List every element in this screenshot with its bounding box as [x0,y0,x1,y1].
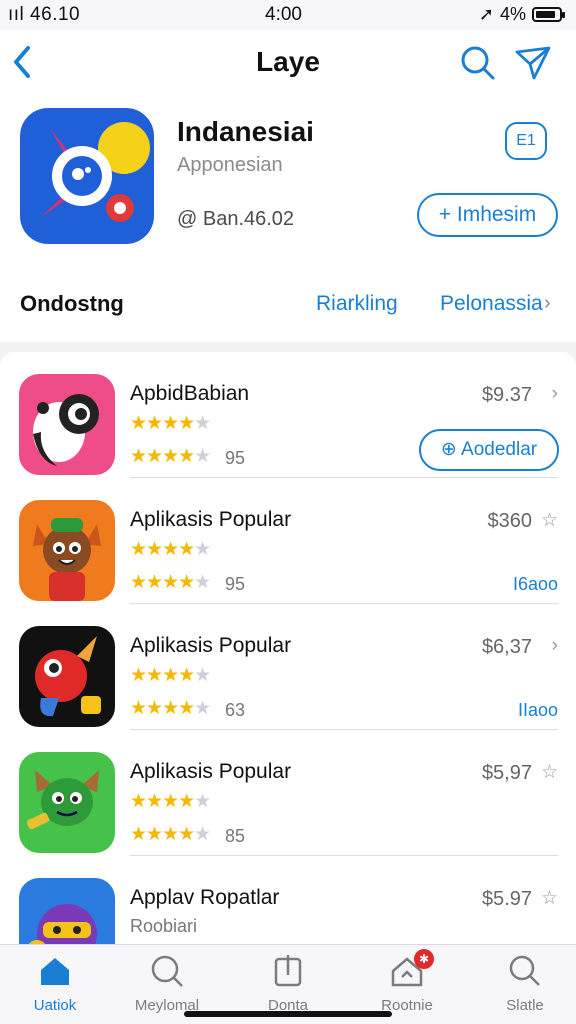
star-outline-icon[interactable]: ☆ [541,761,558,784]
tab-today[interactable]: Uatiok [0,953,110,1014]
app-price: $5.97 [481,888,532,910]
tab-label: Slatle [506,997,544,1014]
panda-icon [19,374,115,475]
app-price: $5,97 [481,762,532,784]
battery-percent: 4% [499,4,526,24]
app-header-card: Laye Indanesiai Apponesian @ Ban.46.02 E… [0,30,576,342]
send-icon[interactable] [514,44,552,82]
nav-bar: Laye [0,30,576,100]
app-link[interactable]: IIaoo [518,700,558,721]
star-outline-icon[interactable]: ☆ [541,887,558,910]
tab-label: Uatiok [33,997,77,1014]
green-cat-icon [19,752,115,853]
chevron-right-icon[interactable]: › [552,635,558,657]
app-name: Applav Ropatlar [130,886,280,909]
list-item[interactable]: Aplikasis Popular ★★★★★ ★★★★★ 85 $5,97 ☆ [0,730,576,856]
bird-icon [19,626,115,727]
notification-badge: ✱ [414,949,434,969]
rating-stars: ★★★★★ [130,539,211,560]
tab-search[interactable]: Meylomal [112,953,222,1014]
status-right: ➚ 4% [478,4,565,25]
battery-icon [532,7,565,22]
location-icon: ➚ [478,4,494,24]
rating-stars: ★★★★★ [130,413,211,434]
app-price: $6,37 [481,636,532,658]
app-subline: Roobiari [130,916,198,936]
app-list: ApbidBabian ★★★★★ ★★★★★ 95 $9.37 › ⊕ Aod… [0,352,576,952]
rating-stars: ★★★★★ [130,446,211,467]
app-name: ApbidBabian [130,382,250,405]
search-icon [509,955,540,986]
star-outline-icon[interactable]: ☆ [541,509,558,532]
app-name: Aplikasis Popular [130,634,292,657]
chevron-right-icon[interactable]: › [552,383,558,405]
search-icon [151,955,183,987]
list-item[interactable]: Aplikasis Popular ★★★★★ ★★★★★ 95 $360 ☆ … [0,478,576,604]
cartoon-boy-icon [19,500,115,601]
featured-app-title: Indanesiai [177,116,314,147]
rating-count: 95 [225,448,246,468]
list-item[interactable]: Applav Ropatlar Roobiari $5.97 ☆ [0,856,576,952]
install-button[interactable]: + Imhesim [417,193,558,237]
tab-apps[interactable]: Donta [233,953,343,1014]
tab-search-2[interactable]: Slatle [470,953,576,1014]
clock: 4:00 [265,4,302,25]
ninja-icon [19,878,115,952]
featured-app-meta: @ Ban.46.02 [177,208,295,230]
rating-stars: ★★★★★ [130,791,211,812]
app-link[interactable]: I6aoo [513,574,558,595]
app-price: $360 [487,510,533,532]
ranking-link[interactable]: Riarkling [316,292,398,316]
tab-updates[interactable]: ✱ Rootnie [352,949,462,1014]
app-price: $9.37 [481,384,532,406]
rating-stars: ★★★★★ [130,665,211,686]
get-button[interactable]: ⊕ Aodedlar [419,429,559,471]
rating-stars: ★★★★★ [130,824,211,845]
rating-count: 85 [225,826,246,846]
age-rating-badge[interactable]: E1 [505,122,547,160]
search-icon[interactable] [459,44,497,82]
list-item[interactable]: Aplikasis Popular ★★★★★ ★★★★★ 63 $6,37 ›… [0,604,576,730]
app-name: Aplikasis Popular [130,760,292,783]
category-link[interactable]: Pelonassia [440,292,543,316]
apps-icon [274,955,302,987]
home-indicator [184,1011,392,1017]
list-item[interactable]: ApbidBabian ★★★★★ ★★★★★ 95 $9.37 › ⊕ Aod… [0,352,576,478]
status-bar: ııl 46.10 4:00 ➚ 4% [0,0,576,30]
featured-app-icon[interactable] [20,108,154,244]
app-name: Aplikasis Popular [130,508,292,531]
rating-count: 63 [225,700,246,720]
featured-app-subtitle: Apponesian [177,154,283,176]
rating-count: 95 [225,574,246,594]
rating-stars: ★★★★★ [130,698,211,719]
rating-stars: ★★★★★ [130,572,211,593]
home-icon [41,958,69,985]
chevron-right-icon: › [544,292,551,314]
section-label: Ondostng [20,291,124,316]
signal-carrier: ııl 46.10 [8,4,81,25]
